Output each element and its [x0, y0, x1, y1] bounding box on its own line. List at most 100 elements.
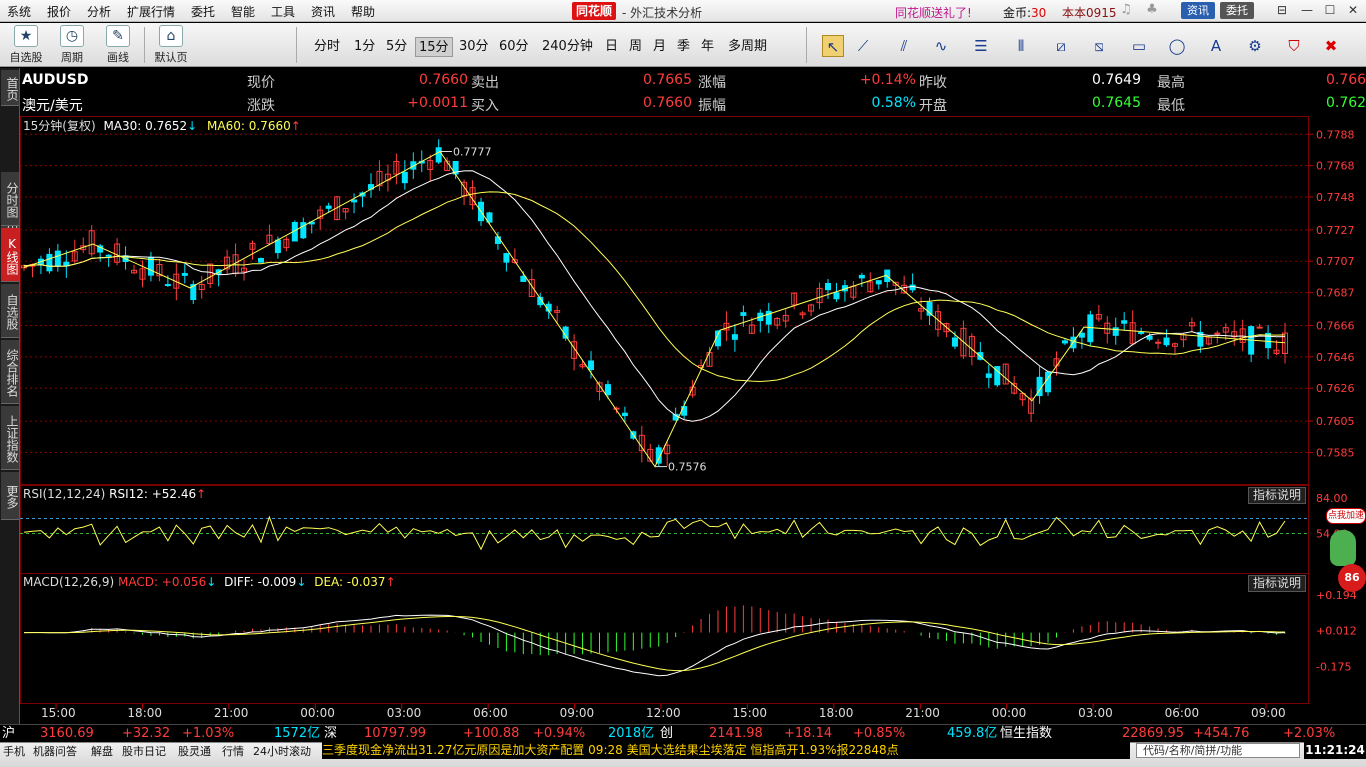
quote-label: 最高	[1157, 75, 1185, 91]
macd-help-button[interactable]: 指标说明	[1248, 575, 1307, 592]
period-timeshare[interactable]: 分时	[311, 37, 343, 57]
period-60min[interactable]: 60分	[496, 37, 532, 57]
gift-count-badge: 86	[1338, 564, 1366, 592]
candle-body	[731, 334, 738, 340]
period-month[interactable]: 月	[650, 37, 669, 57]
quote-value: 0.7660	[643, 95, 692, 111]
minimize-icon[interactable]: —	[1296, 2, 1318, 19]
menu-quote[interactable]: 报价	[47, 3, 71, 20]
menu-trade[interactable]: 委托	[191, 3, 215, 20]
period-15min[interactable]: 15分	[415, 37, 453, 57]
tab-kline[interactable]: K线图	[1, 228, 19, 282]
rsi-help-button[interactable]: 指标说明	[1248, 487, 1307, 504]
bell-icon[interactable]: ♫	[1118, 2, 1134, 18]
search-input[interactable]: 代码/名称/简拼/功能	[1136, 743, 1300, 758]
status-quotes[interactable]: 行情	[222, 744, 244, 759]
candle-body	[858, 274, 865, 279]
menu-tools[interactable]: 工具	[271, 3, 295, 20]
rectangle-icon[interactable]: ▭	[1128, 35, 1150, 57]
period-1min[interactable]: 1分	[351, 37, 378, 57]
up-arrow-icon: ↑	[196, 487, 207, 501]
mascot-icon	[1330, 530, 1356, 566]
period-day[interactable]: 日	[602, 37, 621, 57]
cursor-icon[interactable]: ↖	[822, 35, 844, 57]
gift-badge[interactable]: 点我加速 86	[1326, 508, 1366, 598]
candle-body	[164, 284, 171, 287]
period-5min[interactable]: 5分	[383, 37, 410, 57]
time-tick-label: 15:00	[732, 706, 767, 720]
candle-body	[503, 253, 510, 263]
wave-icon[interactable]: ∿	[930, 35, 952, 57]
quote-label: 卖出	[471, 75, 499, 91]
shirt-icon[interactable]: ♣	[1144, 2, 1160, 18]
status-diary[interactable]: 股市日记	[122, 744, 166, 759]
pencil-icon: ✎	[106, 25, 130, 47]
low-label: 0.7576	[668, 461, 707, 474]
line-segment-icon[interactable]: ⟋	[852, 35, 874, 57]
fibonacci-icon[interactable]: ☰	[970, 35, 992, 57]
maximize-icon[interactable]: ☐	[1319, 2, 1341, 19]
close-icon[interactable]: ✕	[1342, 2, 1364, 19]
period-tool[interactable]: ◷ 周期	[52, 25, 92, 65]
news-ticker[interactable]: 三季度现金净流出31.27亿元原因是加大资产配置 09:28 美国大选结果尘埃落…	[322, 742, 1130, 759]
quote-label: 现价	[247, 75, 275, 91]
menu-extended-market[interactable]: 扩展行情	[127, 3, 175, 20]
watchlist-tool[interactable]: ★ 自选股	[6, 25, 46, 65]
period-season[interactable]: 季	[674, 37, 693, 57]
vertical-lines-icon[interactable]: ⦀	[1010, 35, 1032, 57]
rsi-panel-frame	[20, 485, 1309, 574]
quote-label: 振幅	[698, 98, 726, 114]
tab-sh-index[interactable]: 上证指数	[1, 406, 19, 470]
price-tick-label: 0.7605	[1316, 415, 1355, 428]
tab-ranking[interactable]: 综合排名	[1, 340, 19, 404]
menu-system[interactable]: 系统	[7, 3, 31, 20]
candle-body	[1256, 326, 1263, 329]
period-240min[interactable]: 240分钟	[539, 37, 596, 57]
draw-tool[interactable]: ✎ 画线	[98, 25, 138, 65]
menu-news[interactable]: 资讯	[311, 3, 335, 20]
time-tick-label: 06:00	[473, 706, 508, 720]
candle-body	[274, 239, 281, 254]
news-button[interactable]: 资讯	[1181, 2, 1215, 19]
status-mobile[interactable]: 手机	[3, 744, 25, 759]
save-drawing-icon[interactable]: ⛉	[1283, 35, 1305, 57]
menu-smart[interactable]: 智能	[231, 3, 255, 20]
period-multi[interactable]: 多周期	[725, 37, 770, 57]
period-year[interactable]: 年	[698, 37, 717, 57]
tab-timeshare[interactable]: 分时图	[1, 172, 19, 226]
kline-chart[interactable]: 0.7788 0.7768 0.7748 0.7727 0.7707 0.7687 0.76…	[20, 116, 1366, 724]
trade-button[interactable]: 委托	[1220, 2, 1254, 19]
text-icon[interactable]: A	[1205, 35, 1227, 57]
watchlist-tool-label: 自选股	[9, 51, 43, 64]
period-week[interactable]: 周	[626, 37, 645, 57]
price-tick-label: 0.7585	[1316, 446, 1355, 459]
status-robot-qa[interactable]: 机器问答	[33, 744, 77, 759]
menu-analysis[interactable]: 分析	[87, 3, 111, 20]
cy-label: 创	[660, 726, 674, 741]
promo-link[interactable]: 同花顺送礼了!	[895, 4, 972, 21]
default-page-tool[interactable]: ⌂ 默认页	[151, 25, 191, 65]
tab-home[interactable]: 首页	[1, 70, 19, 106]
parallel-lines-icon[interactable]: ⫽	[893, 35, 915, 57]
ellipse-icon[interactable]: ◯	[1166, 35, 1188, 57]
price-tick-label: 0.7707	[1316, 255, 1355, 268]
tab-more[interactable]: 更多	[1, 472, 19, 520]
period-30min[interactable]: 30分	[456, 37, 492, 57]
sh-volume: 1572亿	[274, 726, 321, 741]
ray-icon[interactable]: ⧅	[1088, 35, 1110, 57]
status-24h-news[interactable]: 24小时滚动	[253, 744, 311, 759]
tab-watchlist[interactable]: 自选股	[1, 284, 19, 338]
app-window: 系统 报价 分析 扩展行情 委托 智能 工具 资讯 帮助 同花顺 - 外汇技术分…	[0, 0, 1366, 767]
candle-body	[985, 373, 992, 378]
status-gulingtong[interactable]: 股灵通	[178, 744, 211, 759]
status-market-talk[interactable]: 解盘	[91, 744, 113, 759]
sh-label: 沪	[2, 726, 16, 741]
quote-value: +0.0011	[407, 95, 468, 111]
time-tick-label: 18:00	[127, 706, 162, 720]
quote-value: 0.7623	[1326, 95, 1366, 111]
delete-drawing-icon[interactable]: ✖	[1320, 35, 1342, 57]
menu-toggle-icon[interactable]: ⊟	[1271, 2, 1293, 19]
settings-icon[interactable]: ⚙	[1244, 35, 1266, 57]
menu-help[interactable]: 帮助	[351, 3, 375, 20]
channel-icon[interactable]: ⧄	[1050, 35, 1072, 57]
